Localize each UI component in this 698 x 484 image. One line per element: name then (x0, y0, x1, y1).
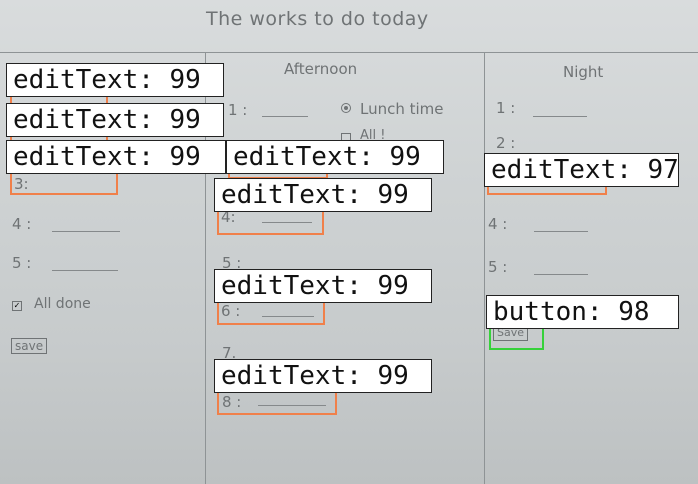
night-line-1-blank[interactable] (533, 116, 587, 117)
edit-text-tag-3: editText: 99 (6, 140, 226, 174)
lunch-time-label: Lunch time (360, 100, 444, 118)
afternoon-heading: Afternoon (284, 60, 358, 78)
night-line-5-label: 5 : (488, 258, 508, 276)
edit-text-tag-8: editText: 97 (484, 153, 679, 187)
morning-line-4-label: 4 : (12, 215, 32, 233)
edit-text-tag-2: editText: 99 (6, 103, 224, 137)
edit-text-tag-7: editText: 99 (214, 359, 432, 393)
lunch-time-radio[interactable] (341, 103, 351, 113)
night-line-4-label: 4 : (488, 215, 508, 233)
page-title: The works to do today (206, 8, 429, 30)
night-heading: Night (563, 63, 604, 81)
night-line-2-label: 2 : (496, 134, 516, 152)
column-divider-2 (484, 52, 485, 484)
edit-text-tag-6: editText: 99 (214, 269, 432, 303)
all-done-checkbox[interactable]: ✓ (12, 301, 22, 311)
button-tag: button: 98 (486, 295, 679, 329)
night-line-5-blank[interactable] (534, 274, 588, 275)
edit-text-tag-1: editText: 99 (6, 63, 224, 97)
night-line-4-blank[interactable] (534, 231, 588, 232)
edit-text-box-afternoon-4[interactable] (217, 208, 324, 235)
morning-save-sketch[interactable]: save (11, 338, 48, 354)
all-done-label: All done (34, 296, 91, 312)
afternoon-line-1-blank[interactable] (262, 116, 308, 117)
edit-text-tag-4: editText: 99 (226, 140, 444, 174)
morning-line-4-blank[interactable] (52, 231, 120, 232)
morning-line-5-label: 5 : (12, 254, 32, 272)
morning-line-5-blank[interactable] (52, 270, 118, 271)
night-line-1-label: 1 : (496, 99, 516, 117)
edit-text-tag-5: editText: 99 (214, 178, 432, 212)
afternoon-line-1-label: 1 : (228, 101, 248, 119)
header-divider (0, 52, 698, 53)
